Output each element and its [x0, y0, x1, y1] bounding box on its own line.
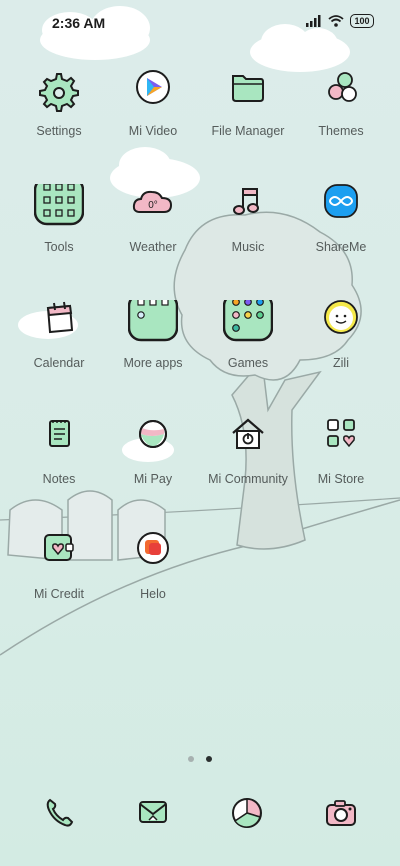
app-zili[interactable]: Zili [291, 300, 391, 396]
folder-tools-icon [34, 184, 84, 226]
house-power-icon [232, 418, 264, 449]
circles-icon [328, 72, 357, 102]
app-notes[interactable]: Notes [9, 416, 109, 512]
app-label: Tools [44, 240, 74, 254]
weather-temperature: 0° [148, 200, 158, 211]
app-tools[interactable]: Tools [9, 184, 109, 280]
app-label: Themes [318, 124, 364, 138]
app-games[interactable]: Games [198, 300, 298, 396]
page-indicator[interactable] [0, 749, 400, 767]
app-label: Zili [333, 356, 349, 370]
app-label: Settings [36, 124, 82, 138]
dock [0, 795, 400, 835]
smiley-icon [324, 300, 358, 334]
app-label: Mi Video [128, 124, 178, 138]
page-dot-active[interactable] [206, 756, 213, 762]
app-mi-pay[interactable]: Mi Pay [103, 416, 203, 512]
app-themes[interactable]: Themes [291, 68, 391, 164]
gear-icon [39, 73, 79, 112]
app-label: File Manager [211, 124, 285, 138]
app-helo[interactable]: Helo [103, 531, 203, 627]
app-label: Mi Community [208, 472, 288, 486]
ball-icon [139, 420, 167, 448]
app-label: Mi Store [317, 472, 365, 486]
infinity-icon [324, 184, 358, 218]
play-icon [136, 70, 170, 104]
music-note-icon [233, 188, 259, 215]
browser-icon[interactable] [229, 795, 265, 831]
app-label: ShareMe [315, 240, 367, 254]
app-music[interactable]: Music [198, 184, 298, 280]
app-label: Helo [140, 587, 166, 601]
app-shareme[interactable]: ShareMe [291, 184, 391, 280]
cloud-temperature-icon: 0° [132, 190, 173, 213]
app-weather[interactable]: 0° Weather [103, 184, 203, 280]
app-label: Games [227, 356, 269, 370]
camera-icon[interactable] [323, 795, 359, 831]
app-calendar[interactable]: Calendar [9, 300, 109, 396]
app-label: Music [231, 240, 265, 254]
app-mi-store[interactable]: Mi Store [291, 416, 391, 512]
notepad-icon [49, 420, 70, 447]
helo-icon [137, 532, 169, 564]
phone-icon[interactable] [41, 795, 77, 831]
message-icon[interactable] [135, 795, 171, 831]
app-file-manager[interactable]: File Manager [198, 68, 298, 164]
folder-more-apps-icon [128, 300, 178, 342]
app-mi-community[interactable]: Mi Community [198, 416, 298, 512]
app-more-apps[interactable]: More apps [103, 300, 203, 396]
folder-icon [232, 75, 264, 102]
calendar-icon [46, 301, 74, 334]
app-label: Calendar [33, 356, 85, 370]
page-dot[interactable] [187, 756, 194, 762]
app-grid: Settings Mi Video File Manager Themes To… [0, 0, 400, 866]
app-label: Weather [129, 240, 177, 254]
app-mi-credit[interactable]: Mi Credit [9, 531, 109, 627]
tiles-heart-icon [327, 419, 355, 448]
app-settings[interactable]: Settings [9, 68, 109, 164]
app-label: Notes [42, 472, 76, 486]
folder-games-icon [223, 300, 273, 342]
app-mi-video[interactable]: Mi Video [103, 68, 203, 164]
app-label: More apps [123, 356, 183, 370]
app-label: Mi Credit [33, 587, 84, 601]
wallet-heart-icon [44, 534, 74, 561]
app-label: Mi Pay [133, 472, 173, 486]
